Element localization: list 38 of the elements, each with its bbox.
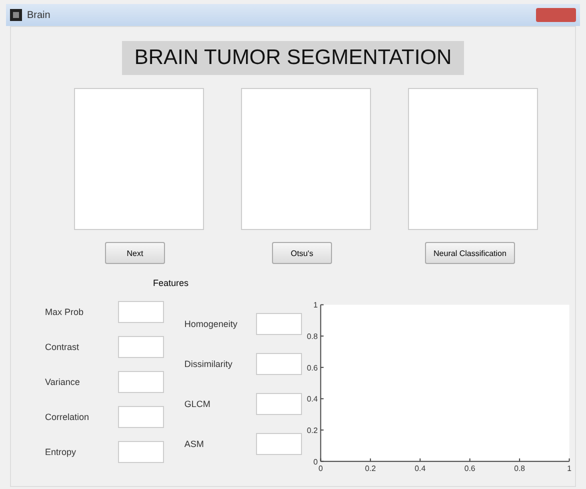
feature-field[interactable] bbox=[118, 406, 164, 428]
feature-field[interactable] bbox=[118, 371, 164, 393]
feature-label: Variance bbox=[45, 377, 80, 387]
window-title: Brain bbox=[27, 10, 50, 20]
feature-label: ASM bbox=[184, 439, 204, 449]
feature-field[interactable] bbox=[256, 353, 302, 375]
y-tick-label: 0.8 bbox=[306, 332, 318, 341]
x-tick-label: 0.4 bbox=[414, 464, 426, 474]
action-button[interactable]: Neural Classification bbox=[425, 242, 515, 264]
feature-field[interactable] bbox=[256, 313, 302, 335]
feature-field[interactable] bbox=[118, 441, 164, 463]
y-tick-label: 0.4 bbox=[306, 394, 318, 404]
action-button[interactable]: Otsu's bbox=[272, 242, 332, 264]
x-tick-label: 0.2 bbox=[364, 464, 376, 474]
close-button[interactable] bbox=[536, 8, 576, 22]
feature-field[interactable] bbox=[118, 336, 164, 358]
action-button[interactable]: Next bbox=[105, 242, 165, 264]
feature-label: Entropy bbox=[45, 447, 76, 457]
x-tick-label: 0.8 bbox=[514, 464, 525, 474]
feature-label: Homogeneity bbox=[184, 319, 238, 329]
feature-label: Max Prob bbox=[45, 307, 84, 317]
x-tick-label: 0 bbox=[318, 464, 323, 474]
y-tick-label: 0.6 bbox=[306, 363, 318, 372]
feature-label: GLCM bbox=[184, 399, 210, 409]
x-tick-label: 1 bbox=[566, 464, 572, 474]
app-heading: BRAIN TUMOR SEGMENTATION bbox=[122, 41, 464, 75]
features-label: Features bbox=[153, 278, 189, 288]
feature-field[interactable] bbox=[118, 301, 164, 323]
feature-label: Contrast bbox=[45, 342, 80, 352]
feature-field[interactable] bbox=[256, 433, 302, 455]
y-tick-label: 0 bbox=[313, 457, 318, 466]
app-icon bbox=[10, 9, 22, 21]
y-tick-label: 1 bbox=[313, 300, 318, 310]
feature-label: Dissimilarity bbox=[184, 359, 232, 369]
x-tick-label: 0.6 bbox=[464, 464, 476, 474]
y-tick-label: 0.2 bbox=[306, 426, 318, 435]
feature-label: Correlation bbox=[45, 412, 90, 422]
feature-field[interactable] bbox=[256, 393, 302, 415]
